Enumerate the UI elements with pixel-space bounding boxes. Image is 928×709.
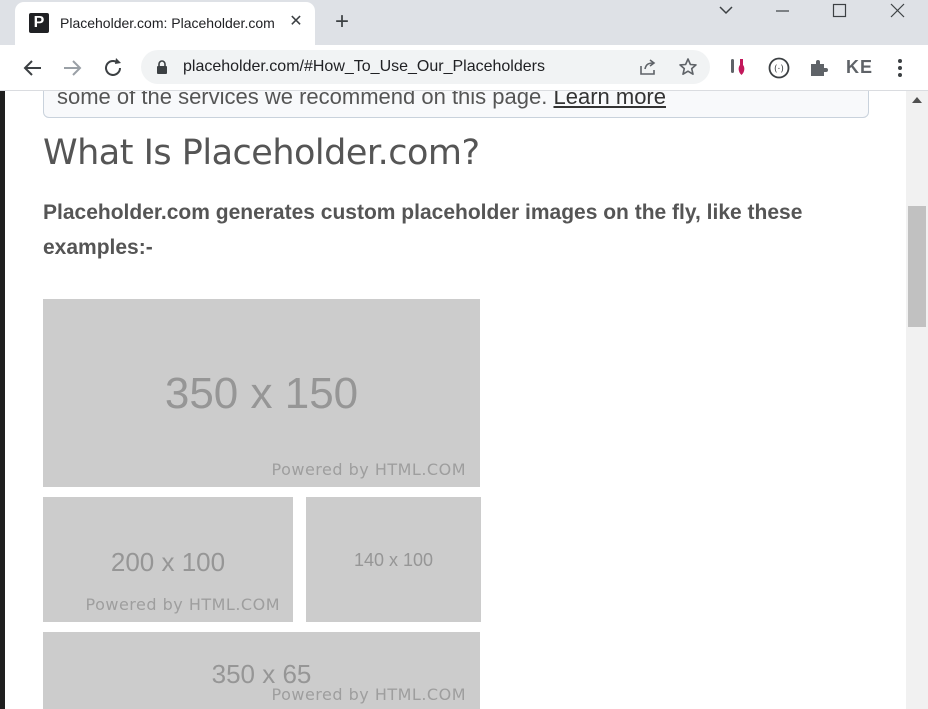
- placeholder-image: 140 x 100: [306, 497, 481, 622]
- browser-toolbar: placeholder.com/#How_To_Use_Our_Placehol…: [0, 45, 928, 91]
- svg-text:(·): (·): [774, 65, 784, 75]
- placeholder-size-label: 200 x 100: [110, 547, 226, 577]
- scroll-up-arrow-icon[interactable]: [912, 97, 922, 103]
- minimize-icon: [776, 10, 789, 12]
- reload-button[interactable]: [99, 54, 127, 82]
- tab-close-icon[interactable]: ✕: [287, 13, 305, 31]
- puzzle-icon: [811, 60, 828, 76]
- browser-menu-button[interactable]: [888, 56, 912, 80]
- profile-button[interactable]: KE: [846, 57, 873, 78]
- share-button[interactable]: [638, 57, 658, 77]
- placeholder-favicon-icon: P: [29, 13, 49, 33]
- bookmark-button[interactable]: [678, 57, 698, 77]
- more-vertical-icon: [898, 59, 902, 77]
- address-bar[interactable]: placeholder.com/#How_To_Use_Our_Placehol…: [141, 50, 710, 84]
- notice-body: some of the services we recommend on thi…: [57, 91, 548, 109]
- placeholder-powered-label: Powered by HTML.COM: [271, 685, 466, 704]
- url-text[interactable]: placeholder.com/#How_To_Use_Our_Placehol…: [183, 58, 545, 76]
- star-icon: [679, 58, 697, 76]
- tab-search-button[interactable]: [706, 0, 746, 24]
- wine-extension-icon: [731, 59, 745, 75]
- placeholder-size-label: 140 x 100: [353, 550, 434, 570]
- tab-strip: P Placeholder.com: Placeholder.com ✕ +: [0, 0, 928, 45]
- forward-button[interactable]: [58, 54, 86, 82]
- tab-placeholder[interactable]: P Placeholder.com: Placeholder.com ✕: [15, 2, 315, 45]
- placeholder-image: 350 x 150 Powered by HTML.COM: [43, 299, 480, 487]
- maximize-icon: [832, 3, 847, 18]
- placeholder-powered-label: Powered by HTML.COM: [271, 460, 466, 479]
- arrow-left-icon: [23, 60, 41, 76]
- reload-icon: [105, 58, 121, 76]
- page-heading: What Is Placeholder.com?: [43, 133, 480, 173]
- close-window-button[interactable]: [877, 0, 917, 24]
- placeholder-size-label: 350 x 150: [164, 369, 359, 418]
- intro-text: Placeholder.com generates custom placeho…: [43, 201, 803, 259]
- code-circle-icon: (·): [768, 57, 790, 79]
- arrow-right-icon: [64, 60, 82, 76]
- maximize-button[interactable]: [820, 0, 860, 24]
- lock-icon[interactable]: [156, 60, 168, 74]
- placeholder-image: 200 x 100 Powered by HTML.COM: [43, 497, 293, 622]
- new-tab-button[interactable]: +: [330, 10, 354, 34]
- window-edge: [0, 91, 5, 709]
- back-button[interactable]: [19, 54, 47, 82]
- placeholder-powered-label: Powered by HTML.COM: [85, 595, 280, 614]
- chevron-down-icon: [719, 6, 733, 15]
- extensions-menu-button[interactable]: [807, 56, 831, 80]
- share-icon: [640, 59, 656, 75]
- vertical-scrollbar[interactable]: [906, 91, 928, 709]
- extension-button[interactable]: (·): [767, 56, 791, 80]
- learn-more-link[interactable]: Learn more: [553, 91, 666, 109]
- page-viewport: some of the services we recommend on thi…: [0, 91, 928, 709]
- notice-text: some of the services we recommend on thi…: [57, 91, 666, 109]
- tab-title: Placeholder.com: Placeholder.com: [60, 15, 275, 31]
- close-icon: [890, 3, 905, 18]
- scrollbar-thumb[interactable]: [908, 206, 926, 327]
- extension-button[interactable]: [727, 56, 751, 80]
- placeholder-image: 350 x 65 Powered by HTML.COM: [43, 632, 480, 709]
- minimize-button[interactable]: [762, 0, 802, 24]
- affiliate-notice: some of the services we recommend on thi…: [43, 91, 869, 118]
